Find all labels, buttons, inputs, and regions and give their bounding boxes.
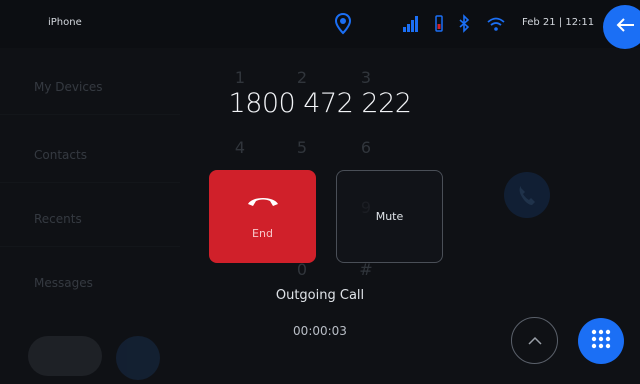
- keypad-key: 3: [360, 68, 372, 87]
- battery-icon: [434, 13, 444, 35]
- scroll-up-button[interactable]: [511, 317, 558, 364]
- chevron-up-icon: [527, 331, 542, 350]
- mute-label: Mute: [375, 210, 404, 223]
- device-label: iPhone: [48, 17, 82, 28]
- hang-up-icon: [246, 193, 280, 213]
- keypad-button[interactable]: [578, 318, 624, 364]
- datetime: Feb 21 | 12:11: [522, 17, 595, 28]
- side-menu-item: Contacts: [34, 148, 87, 162]
- keypad-key: 6: [360, 138, 372, 157]
- keypad-key: 4: [234, 138, 246, 157]
- keypad-key: 2: [296, 68, 308, 87]
- keypad-key: 1: [234, 68, 246, 87]
- end-call-label: End: [252, 227, 273, 240]
- phone-screen: My Devices Contacts Recents Messages 1 2…: [0, 0, 640, 384]
- arrow-left-icon: [615, 17, 635, 37]
- bluetooth-icon: [458, 13, 470, 35]
- divider: [0, 246, 180, 247]
- back-button[interactable]: [603, 5, 640, 49]
- dialpad-icon: [590, 328, 612, 354]
- status-bar: iPhone Feb 21 | 12:11: [0, 0, 640, 49]
- end-call-button[interactable]: End: [209, 170, 316, 263]
- dialed-number: 1800 472 222: [228, 88, 412, 119]
- location-pin-icon: [334, 12, 352, 35]
- signal-bars-icon: [402, 13, 418, 35]
- side-menu-item: Recents: [34, 212, 82, 226]
- call-icon: [504, 172, 550, 218]
- keypad-key: 5: [296, 138, 308, 157]
- wifi-icon: [486, 13, 506, 35]
- background-pill: [28, 336, 102, 376]
- divider: [0, 182, 180, 183]
- background-keypad-icon: [116, 336, 160, 380]
- call-status: Outgoing Call: [275, 288, 365, 303]
- mute-button[interactable]: Mute: [336, 170, 443, 263]
